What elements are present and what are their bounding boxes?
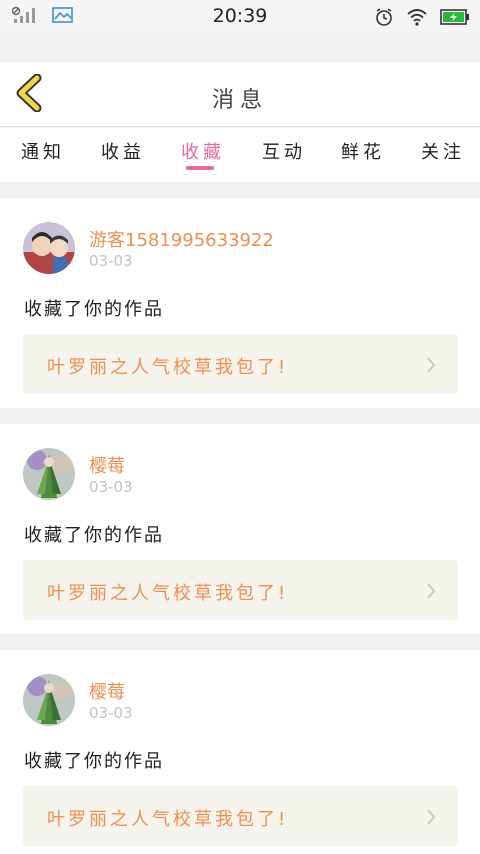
tab-bar: 通知 收益 收藏 互动 鲜花 关注 bbox=[0, 128, 480, 182]
user-avatar[interactable] bbox=[23, 674, 75, 726]
work-link[interactable]: 叶罗丽之人气校草我包了! bbox=[23, 334, 458, 394]
work-title: 叶罗丽之人气校草我包了! bbox=[47, 809, 289, 830]
work-link[interactable]: 叶罗丽之人气校草我包了! bbox=[23, 560, 458, 620]
alarm-icon bbox=[374, 7, 394, 31]
status-bar: 20:39 bbox=[0, 0, 480, 33]
chevron-right-icon bbox=[426, 808, 436, 830]
page-title: 消息 bbox=[211, 88, 268, 113]
anime-character-avatar-icon bbox=[23, 448, 75, 500]
tab-following[interactable]: 关注 bbox=[421, 138, 465, 164]
message-card: 樱莓 03-03 收藏了你的作品 叶罗丽之人气校草我包了! bbox=[0, 424, 480, 634]
tab-earnings[interactable]: 收益 bbox=[101, 138, 145, 164]
username[interactable]: 游客1581995633922 bbox=[89, 226, 274, 252]
message-date: 03-03 bbox=[89, 252, 133, 270]
user-avatar[interactable] bbox=[23, 222, 75, 274]
message-date: 03-03 bbox=[89, 704, 133, 722]
message-card: 樱莓 03-03 收藏了你的作品 叶罗丽之人气校草我包了! bbox=[0, 650, 480, 854]
page-header: 消息 bbox=[0, 62, 480, 127]
status-right-icons bbox=[374, 7, 470, 31]
tab-interactions[interactable]: 互动 bbox=[262, 138, 306, 164]
message-action: 收藏了你的作品 bbox=[24, 525, 164, 546]
chevron-right-icon bbox=[426, 582, 436, 604]
work-link[interactable]: 叶罗丽之人气校草我包了! bbox=[23, 786, 458, 846]
chevron-right-icon bbox=[426, 356, 436, 378]
username[interactable]: 樱莓 bbox=[89, 452, 125, 478]
message-date: 03-03 bbox=[89, 478, 133, 496]
active-tab-indicator bbox=[186, 166, 214, 170]
tab-favorites[interactable]: 收藏 bbox=[181, 138, 225, 164]
tab-notifications[interactable]: 通知 bbox=[21, 138, 65, 164]
child-photo-avatar-icon bbox=[23, 222, 75, 274]
work-title: 叶罗丽之人气校草我包了! bbox=[47, 583, 289, 604]
user-avatar[interactable] bbox=[23, 448, 75, 500]
message-action: 收藏了你的作品 bbox=[24, 299, 164, 320]
message-card: 游客1581995633922 03-03 收藏了你的作品 叶罗丽之人气校草我包… bbox=[0, 198, 480, 408]
username[interactable]: 樱莓 bbox=[89, 678, 125, 704]
tab-flowers[interactable]: 鲜花 bbox=[341, 138, 385, 164]
work-title: 叶罗丽之人气校草我包了! bbox=[47, 357, 289, 378]
battery-icon bbox=[440, 9, 470, 29]
anime-character-avatar-icon bbox=[23, 674, 75, 726]
wifi-icon bbox=[406, 8, 428, 30]
message-action: 收藏了你的作品 bbox=[24, 751, 164, 772]
